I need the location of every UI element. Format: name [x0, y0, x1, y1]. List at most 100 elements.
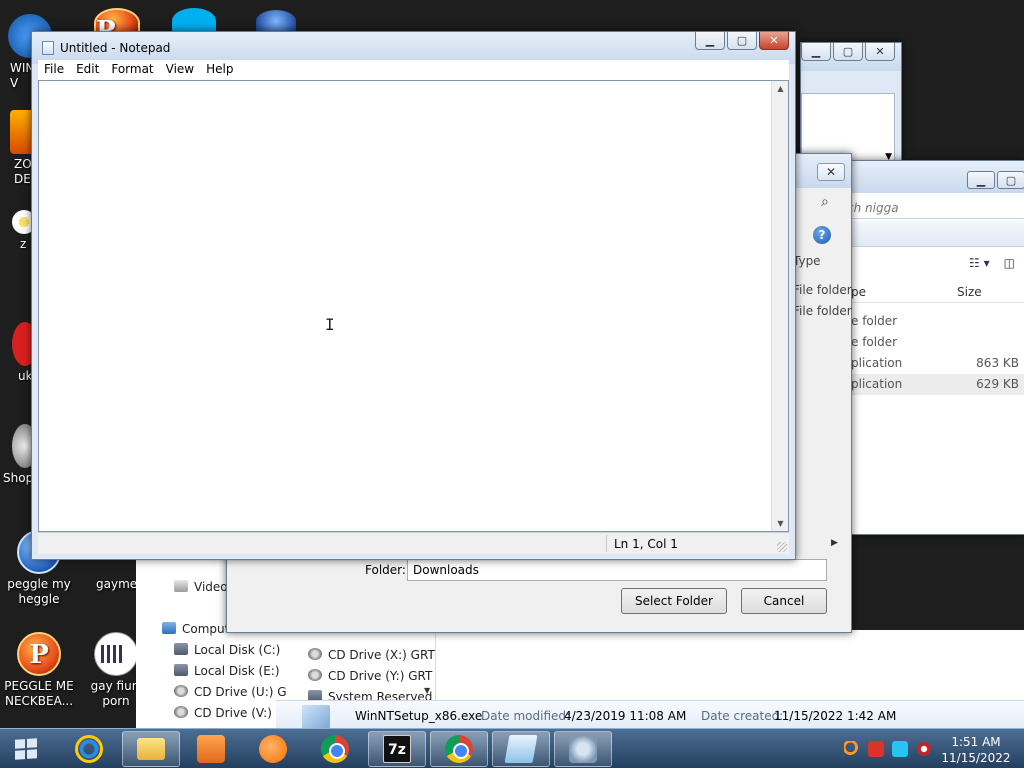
details-created-label: Date created:: [701, 709, 784, 723]
file-row[interactable]: e folder: [837, 332, 1024, 353]
scroll-up-arrow-icon[interactable]: ▲: [772, 84, 789, 93]
clock-date: 11/15/2022: [941, 751, 1011, 765]
view-options-icon[interactable]: ☷ ▾: [969, 256, 990, 270]
list-item[interactable]: CD Drive (X:) GRT: [308, 648, 435, 662]
taskbar-7zip[interactable]: 7z: [368, 731, 426, 767]
column-type[interactable]: pe: [851, 285, 866, 299]
list-item-type[interactable]: File folder: [793, 300, 853, 321]
desktop-icon-label: PEGGLE ME NECKBEA...: [4, 679, 74, 708]
background-window: ▁ ▢ ✕ ▼: [800, 42, 902, 163]
list-item[interactable]: System Reserved: [308, 690, 432, 700]
taskbar-file-explorer[interactable]: [122, 731, 180, 767]
7zip-icon: 7z: [383, 735, 411, 763]
uc-browser-icon: [259, 735, 287, 763]
media-player-icon: [197, 735, 225, 763]
text-cursor-icon: I: [325, 315, 335, 334]
volume-icon[interactable]: [916, 741, 932, 757]
file-row[interactable]: plication 863 KB: [837, 353, 1024, 374]
column-size[interactable]: Size: [957, 285, 982, 299]
flag-icon[interactable]: [868, 741, 884, 757]
display-icon[interactable]: [892, 741, 908, 757]
peggle-icon: [17, 632, 61, 676]
menu-view[interactable]: View: [160, 60, 200, 80]
taskbar: 7z 1:51 AM 11/15/2022: [0, 728, 1024, 768]
list-item-type[interactable]: File folder: [793, 279, 853, 300]
help-icon[interactable]: ?: [813, 226, 831, 244]
videos-icon: [174, 580, 188, 592]
toolbar: [837, 221, 1024, 247]
notepad-icon: [42, 41, 54, 55]
taskbar-notepad[interactable]: [492, 731, 550, 767]
nav-item-cd-u[interactable]: CD Drive (U:) G: [174, 685, 287, 699]
resize-grip-icon[interactable]: [777, 542, 787, 552]
cd-drive-icon: [308, 648, 322, 660]
nav-item-computer[interactable]: Comput: [162, 622, 229, 636]
maximize-button[interactable]: ▢: [997, 171, 1024, 189]
file-type: e folder: [851, 314, 898, 328]
drive-list: CD Drive (X:) GRT CD Drive (Y:) GRT Syst…: [300, 634, 435, 700]
taskbar-chrome[interactable]: [306, 731, 364, 767]
start-button[interactable]: [8, 732, 44, 767]
text-editor[interactable]: I ▲ ▼: [38, 80, 789, 532]
details-created-value: 11/15/2022 1:42 AM: [774, 709, 897, 723]
menu-format[interactable]: Format: [105, 60, 159, 80]
cd-drive-icon: [308, 669, 322, 681]
file-type: plication: [851, 356, 903, 370]
cd-drive-icon: [174, 706, 188, 718]
caption-buttons: ▁ ▢ ✕: [801, 43, 895, 61]
dialog-file-list: Type File folder File folder: [793, 250, 853, 321]
explorer-window: ▁ ▢ ch nigga ☷ ▾ ◫ pe Size e folder e fo…: [836, 160, 1024, 535]
scroll-down-arrow-icon[interactable]: ▼: [772, 519, 789, 528]
taskbar-setup[interactable]: [554, 731, 612, 767]
file-icon: [302, 705, 330, 729]
menu-edit[interactable]: Edit: [70, 60, 105, 80]
taskbar-internet-explorer[interactable]: [60, 731, 118, 767]
menu-help[interactable]: Help: [200, 60, 239, 80]
notepad-window: Untitled - Notepad ▁ ▢ ✕ File Edit Forma…: [31, 31, 796, 560]
nav-item-cd-v[interactable]: CD Drive (V:) v: [174, 706, 283, 720]
folder-input[interactable]: Downloads: [407, 559, 827, 581]
details-filename: WinNTSetup_x86.exe: [355, 709, 483, 723]
list-item[interactable]: CD Drive (Y:) GRT: [308, 669, 432, 683]
select-folder-button[interactable]: Select Folder: [621, 588, 727, 614]
maximize-button[interactable]: ▢: [727, 32, 757, 50]
taskbar-chrome-2[interactable]: [430, 731, 488, 767]
vertical-scrollbar[interactable]: ▲ ▼: [771, 81, 788, 531]
menu-bar: File Edit Format View Help: [38, 60, 789, 80]
search-input[interactable]: ch nigga: [837, 197, 1024, 219]
close-button[interactable]: ✕: [865, 43, 895, 61]
nav-item-local-c[interactable]: Local Disk (C:): [174, 643, 280, 657]
maximize-button[interactable]: ▢: [833, 43, 863, 61]
caption-buttons: ▁ ▢: [967, 171, 1024, 189]
file-row[interactable]: plication 629 KB: [837, 374, 1024, 395]
search-tray-icon[interactable]: [844, 741, 860, 757]
taskbar-media-player[interactable]: [182, 731, 240, 767]
folder-label: Folder:: [365, 563, 406, 577]
file-row[interactable]: e folder: [837, 311, 1024, 332]
minimize-button[interactable]: ▁: [695, 32, 725, 50]
desktop-icon-peggle-me[interactable]: PEGGLE ME NECKBEA...: [3, 632, 75, 709]
clock[interactable]: 1:51 AM 11/15/2022: [936, 734, 1016, 766]
notepad-icon: [504, 735, 538, 763]
cursor-position: Ln 1, Col 1: [614, 537, 678, 551]
nav-item-local-e[interactable]: Local Disk (E:): [174, 664, 280, 678]
column-type[interactable]: Type: [793, 250, 853, 271]
scroll-down-arrow-icon[interactable]: ▼: [424, 686, 430, 695]
globe-icon[interactable]: [256, 10, 296, 32]
scroll-right-arrow-icon[interactable]: ▶: [831, 538, 838, 548]
close-button[interactable]: ✕: [759, 32, 789, 50]
nav-item-videos[interactable]: Video: [174, 580, 228, 594]
search-icon[interactable]: ⌕: [821, 194, 829, 210]
window-title: Untitled - Notepad: [60, 41, 171, 55]
minimize-button[interactable]: ▁: [967, 171, 995, 189]
chrome-icon: [321, 735, 349, 763]
computer-icon: [162, 622, 176, 634]
preview-pane-icon[interactable]: ◫: [1004, 256, 1015, 270]
taskbar-uc-browser[interactable]: [244, 731, 302, 767]
close-button[interactable]: ✕: [817, 163, 845, 181]
minimize-button[interactable]: ▁: [801, 43, 831, 61]
menu-file[interactable]: File: [38, 60, 70, 80]
cancel-button[interactable]: Cancel: [741, 588, 827, 614]
disk-icon: [174, 664, 188, 676]
internet-explorer-icon: [75, 735, 103, 763]
